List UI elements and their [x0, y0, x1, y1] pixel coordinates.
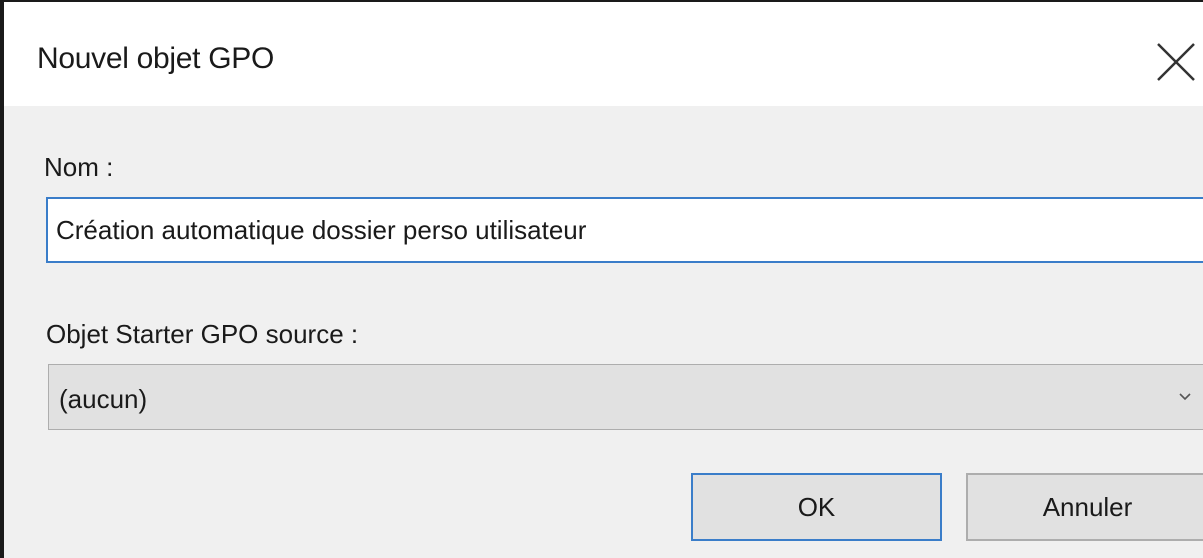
close-button[interactable]	[1152, 38, 1200, 86]
name-label: Nom :	[44, 152, 114, 182]
close-icon	[1157, 43, 1195, 81]
starter-gpo-selected-value: (aucun)	[59, 384, 148, 414]
dialog-title: Nouvel objet GPO	[37, 42, 274, 75]
new-gpo-dialog: Nouvel objet GPO Nom : Objet Starter GPO…	[0, 0, 1203, 558]
chevron-down-icon	[1179, 393, 1191, 401]
title-bar: Nouvel objet GPO	[4, 2, 1203, 106]
starter-gpo-source-label: Objet Starter GPO source :	[46, 319, 359, 349]
cancel-button[interactable]: Annuler	[966, 473, 1203, 541]
name-input[interactable]	[46, 197, 1203, 263]
starter-gpo-source-select[interactable]: (aucun)	[48, 364, 1203, 430]
ok-button[interactable]: OK	[691, 473, 942, 541]
